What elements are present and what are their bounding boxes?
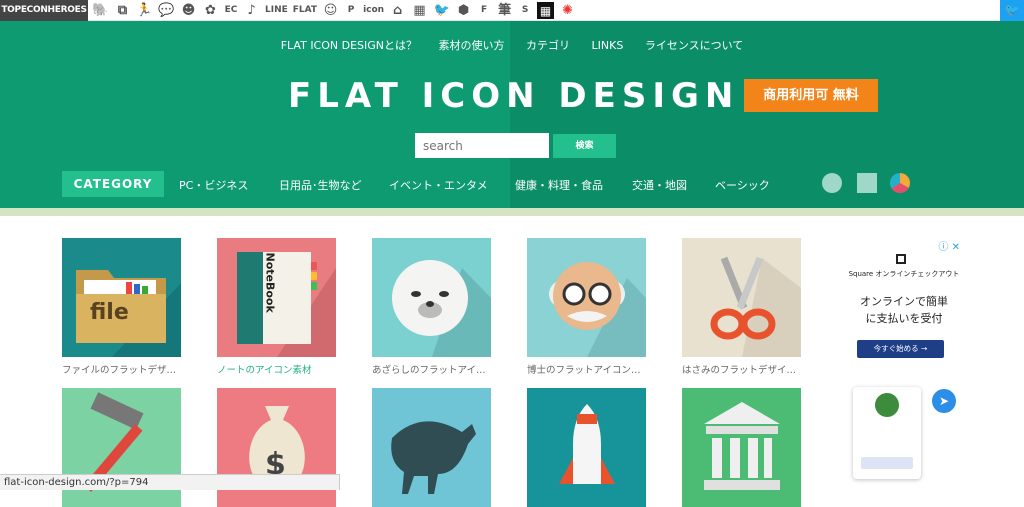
folder-icon [76, 270, 181, 357]
search-input[interactable] [415, 133, 549, 158]
card-scissors[interactable]: はさみのフラットデザイ… [682, 238, 801, 376]
note-icon[interactable]: ♪ [243, 2, 260, 19]
brand-label[interactable]: TOPECONHEROES [0, 0, 88, 21]
card-seal[interactable]: あざらしのフラットアイ… [372, 238, 491, 376]
file-label: file [90, 300, 129, 325]
rocket-icon [559, 404, 615, 484]
category-health[interactable]: 健康・料理・食品 [515, 177, 603, 193]
color-style-icon[interactable] [890, 173, 910, 193]
card-caption[interactable]: 博士のフラットアイコン… [527, 362, 646, 376]
notebook-thumb[interactable]: NoteBook [217, 238, 336, 357]
hex-icon[interactable]: ⬢ [455, 2, 472, 19]
icon-icon[interactable]: icon [363, 2, 384, 19]
ec-icon[interactable]: EC [224, 2, 238, 19]
smile-icon[interactable]: ☺ [322, 2, 339, 19]
copy-icon[interactable]: ⧉ [114, 2, 131, 19]
hero-header: FLAT ICON DESIGNとは？ 素材の使い方 カテゴリ LINKS ライ… [0, 21, 1024, 208]
doctor-thumb[interactable] [527, 238, 646, 357]
card-doctor[interactable]: 博士のフラットアイコン… [527, 238, 646, 376]
category-transport[interactable]: 交通・地図 [632, 177, 687, 193]
nav-links[interactable]: LINKS [592, 39, 624, 52]
square-style-icon[interactable] [857, 173, 877, 193]
card-caption[interactable]: はさみのフラットデザイ… [682, 362, 801, 376]
ad-text-line2: に支払いを受付 [865, 312, 943, 325]
house-icon[interactable]: ⌂ [389, 2, 406, 19]
send-icon[interactable]: ➤ [932, 389, 956, 413]
bird-icon[interactable]: 🐦 [433, 2, 450, 19]
card-building[interactable] [682, 388, 801, 507]
nav-license[interactable]: ライセンスについて [645, 39, 743, 52]
ad-start-button[interactable]: 今すぐ始める → [857, 340, 944, 358]
card-file[interactable]: file ファイルのフラットデザ… [62, 238, 181, 376]
person-icon[interactable]: 🏃 [136, 2, 153, 19]
notebook-label: NoteBook [263, 252, 277, 313]
grid-icon[interactable]: ▦ [537, 2, 555, 19]
animal-icon[interactable]: 🐘 [92, 2, 109, 19]
status-bar-url: flat-icon-design.com/?p=794 [0, 474, 340, 490]
category-basic[interactable]: ベーシック [715, 177, 770, 193]
ad-phone-button [861, 457, 913, 469]
brush-icon[interactable]: 筆 [496, 2, 513, 19]
category-pc-business[interactable]: PC・ビジネス [179, 177, 248, 193]
card-rocket[interactable] [527, 388, 646, 507]
ad-phone-card [853, 387, 921, 479]
seal-icon [392, 260, 491, 357]
bank-icon [704, 402, 780, 490]
line-icon[interactable]: LINE [265, 2, 288, 19]
ad-brand: Square オンラインチェックアウト [848, 270, 960, 278]
file-thumb[interactable]: file [62, 238, 181, 357]
card-bull[interactable] [372, 388, 491, 507]
ad-panel[interactable]: ⓘ ✕ Square オンラインチェックアウト オンラインで簡単 に支払いを受付… [838, 238, 970, 378]
doctor-icon [549, 262, 646, 357]
header-stripe [0, 208, 1024, 216]
main-nav: FLAT ICON DESIGNとは？ 素材の使い方 カテゴリ LINKS ライ… [0, 37, 1024, 53]
square-logo-icon [896, 254, 906, 264]
seal-thumb[interactable] [372, 238, 491, 357]
card-caption[interactable]: あざらしのフラットアイ… [372, 362, 491, 376]
search-button[interactable]: 検索 [553, 134, 616, 158]
scissors-icon [710, 256, 801, 357]
nav-about[interactable]: FLAT ICON DESIGNとは？ [281, 39, 417, 52]
nav-usage[interactable]: 素材の使い方 [439, 39, 505, 52]
card-caption[interactable]: ノートのアイコン素材 [217, 362, 336, 376]
burst-icon[interactable]: ✺ [559, 2, 576, 19]
notebook-icon [237, 252, 336, 357]
category-label: CATEGORY [62, 171, 164, 197]
ad-text-line1: オンラインで簡単 [860, 295, 948, 308]
building-thumb[interactable] [682, 388, 801, 507]
bull-icon [391, 421, 476, 494]
p-icon[interactable]: P [344, 2, 358, 19]
category-bar: CATEGORY PC・ビジネス 日用品･生物など イベント・エンタメ 健康・料… [0, 171, 1024, 197]
chat-icon[interactable]: 💬 [158, 2, 175, 19]
face-icon[interactable]: ☻ [180, 2, 197, 19]
site-icons: 🐘 ⧉ 🏃 💬 ☻ ✿ EC ♪ LINE FLAT ☺ P icon ⌂ ▦ … [92, 1, 576, 20]
flower-icon[interactable]: ✿ [202, 2, 219, 19]
flat-icon[interactable]: FLAT [293, 2, 317, 19]
card-notebook[interactable]: NoteBook ノートのアイコン素材 [217, 238, 336, 376]
free-badge: 商用利用可 無料 [744, 79, 878, 112]
scissors-thumb[interactable] [682, 238, 801, 357]
category-event[interactable]: イベント・エンタメ [389, 177, 488, 193]
building-icon[interactable]: ▦ [411, 2, 428, 19]
bull-thumb[interactable] [372, 388, 491, 507]
nav-category[interactable]: カテゴリ [526, 39, 570, 52]
card-caption[interactable]: ファイルのフラットデザ… [62, 362, 181, 376]
site-logo[interactable]: FLAT ICON DESIGN [288, 76, 739, 116]
f-icon[interactable]: F [477, 2, 491, 19]
rocket-thumb[interactable] [527, 388, 646, 507]
s-icon[interactable]: S [518, 2, 532, 19]
circle-style-icon[interactable] [822, 173, 842, 193]
twitter-icon[interactable]: 🐦 [1000, 0, 1024, 21]
category-daily-goods[interactable]: 日用品･生物など [279, 177, 362, 193]
ad-choices-icon[interactable]: ⓘ ✕ [938, 238, 960, 253]
plant-icon [875, 393, 899, 417]
top-bar: TOPECONHEROES 🐘 ⧉ 🏃 💬 ☻ ✿ EC ♪ LINE FLAT… [0, 0, 1024, 21]
